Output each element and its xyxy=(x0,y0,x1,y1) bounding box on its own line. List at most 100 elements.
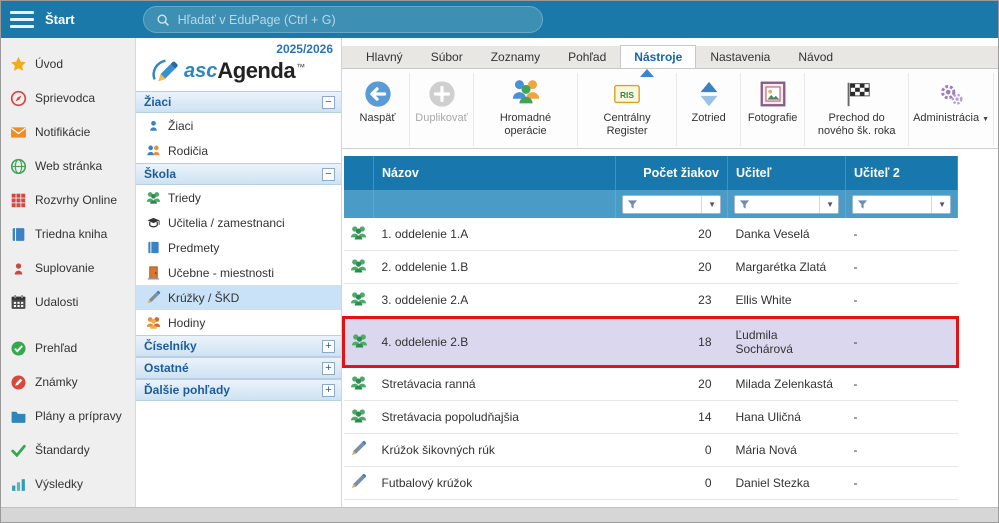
row-name-cell[interactable]: Krúžok šikovných rúk xyxy=(374,434,616,467)
sidebar-item-standardy[interactable]: Štandardy xyxy=(1,433,135,467)
section-header-ostatne[interactable]: Ostatné+ xyxy=(136,357,341,379)
ribbon-button-prechod-do-noveho-sk-roka[interactable]: Prechod do nového šk. roka xyxy=(805,73,909,146)
row-name-cell[interactable]: 1. oddelenie 1.A xyxy=(374,218,616,251)
row-type-cell[interactable] xyxy=(344,467,374,500)
filter-dropdown-count[interactable]: ▼ xyxy=(622,195,721,214)
row-type-cell[interactable] xyxy=(344,284,374,318)
expand-icon[interactable]: + xyxy=(322,384,335,397)
row-count-cell[interactable]: 0 xyxy=(616,434,728,467)
search-box[interactable] xyxy=(143,6,543,33)
row-teacher-cell[interactable]: Daniel Stezka xyxy=(728,467,846,500)
row-name-cell[interactable]: Futbalový krúžok xyxy=(374,467,616,500)
panel-item-kruzky-skd[interactable]: Krúžky / ŠKD xyxy=(136,285,341,310)
column-header-icon[interactable] xyxy=(344,156,374,190)
row-teacher-cell[interactable]: Ľudmila Sochárová xyxy=(728,318,846,367)
sidebar-item-web-stranka[interactable]: Web stránka xyxy=(1,149,135,183)
section-header-ziaci[interactable]: Žiaci− xyxy=(136,91,341,113)
column-header-teacher2[interactable]: Učiteľ 2 xyxy=(846,156,958,190)
menu-icon[interactable] xyxy=(10,11,34,28)
row-teacher2-cell[interactable]: - xyxy=(846,401,958,434)
ribbon-button-centralny-register[interactable]: RISCentrálny Register xyxy=(578,73,677,146)
row-teacher-cell[interactable]: Milada Zelenkastá xyxy=(728,367,846,401)
section-header-ciselniky[interactable]: Číselníky+ xyxy=(136,335,341,357)
table-row[interactable]: 2. oddelenie 1.B20Margarétka Zlatá- xyxy=(344,251,958,284)
row-name-cell[interactable]: 2. oddelenie 1.B xyxy=(374,251,616,284)
tab-hlavny[interactable]: Hlavný xyxy=(352,45,417,68)
ribbon-button-zotried[interactable]: Zotried xyxy=(677,73,741,146)
row-count-cell[interactable]: 18 xyxy=(616,318,728,367)
row-type-cell[interactable] xyxy=(344,434,374,467)
sidebar-item-sprievodca[interactable]: Sprievodca xyxy=(1,81,135,115)
table-row[interactable]: 1. oddelenie 1.A20Danka Veselá- xyxy=(344,218,958,251)
sidebar-item-suplovanie[interactable]: Suplovanie xyxy=(1,251,135,285)
row-type-cell[interactable] xyxy=(344,367,374,401)
table-row[interactable]: Stretávacia popoludňajšia14Hana Uličná- xyxy=(344,401,958,434)
filter-dropdown-teacher[interactable]: ▼ xyxy=(734,195,839,214)
panel-item-ucebne-miestnosti[interactable]: Učebne - miestnosti xyxy=(136,260,341,285)
row-teacher2-cell[interactable]: - xyxy=(846,218,958,251)
row-teacher2-cell[interactable]: - xyxy=(846,318,958,367)
expand-icon[interactable]: + xyxy=(322,340,335,353)
column-header-count[interactable]: Počet žiakov xyxy=(616,156,728,190)
row-teacher2-cell[interactable]: - xyxy=(846,434,958,467)
row-name-cell[interactable]: 3. oddelenie 2.A xyxy=(374,284,616,318)
ribbon-button-administracia[interactable]: Administrácia▼ xyxy=(909,73,994,146)
panel-item-predmety[interactable]: Predmety xyxy=(136,235,341,260)
start-label[interactable]: Štart xyxy=(45,12,75,27)
tab-zoznamy[interactable]: Zoznamy xyxy=(477,45,554,68)
sidebar-item-notifikacie[interactable]: Notifikácie xyxy=(1,115,135,149)
tab-pohlad[interactable]: Pohľad xyxy=(554,45,620,68)
row-name-cell[interactable]: Stretávacia popoludňajšia xyxy=(374,401,616,434)
sidebar-item-triedna-kniha[interactable]: Triedna kniha xyxy=(1,217,135,251)
row-count-cell[interactable]: 20 xyxy=(616,367,728,401)
panel-item-hodiny[interactable]: Hodiny xyxy=(136,310,341,335)
ribbon-button-naspat[interactable]: Naspäť xyxy=(346,73,410,146)
sidebar-item-rozvrhy-online[interactable]: Rozvrhy Online xyxy=(1,183,135,217)
row-count-cell[interactable]: 0 xyxy=(616,467,728,500)
row-name-cell[interactable]: 4. oddelenie 2.B xyxy=(374,318,616,367)
row-count-cell[interactable]: 20 xyxy=(616,251,728,284)
tab-nastroje[interactable]: Nástroje xyxy=(620,45,696,68)
row-type-cell[interactable] xyxy=(344,401,374,434)
row-teacher-cell[interactable]: Hana Uličná xyxy=(728,401,846,434)
panel-item-triedy[interactable]: Triedy xyxy=(136,185,341,210)
ribbon-button-hromadne-operacie[interactable]: Hromadné operácie xyxy=(474,73,578,146)
row-type-cell[interactable] xyxy=(344,218,374,251)
collapse-icon[interactable]: − xyxy=(322,96,335,109)
table-row[interactable]: Futbalový krúžok0Daniel Stezka- xyxy=(344,467,958,500)
sidebar-item-plany-a-pripravy[interactable]: Plány a prípravy xyxy=(1,399,135,433)
section-header-dalsie-pohlady[interactable]: Ďalšie pohľady+ xyxy=(136,379,341,401)
sidebar-item-prehlad[interactable]: Prehľad xyxy=(1,331,135,365)
tab-navod[interactable]: Návod xyxy=(784,45,847,68)
row-teacher-cell[interactable]: Danka Veselá xyxy=(728,218,846,251)
panel-item-rodicia[interactable]: Rodičia xyxy=(136,138,341,163)
row-count-cell[interactable]: 23 xyxy=(616,284,728,318)
expand-icon[interactable]: + xyxy=(322,362,335,375)
row-name-cell[interactable]: Stretávacia ranná xyxy=(374,367,616,401)
search-input[interactable] xyxy=(178,13,530,27)
table-row[interactable]: Krúžok šikovných rúk0Mária Nová- xyxy=(344,434,958,467)
row-teacher-cell[interactable]: Margarétka Zlatá xyxy=(728,251,846,284)
tab-subor[interactable]: Súbor xyxy=(417,45,477,68)
row-teacher2-cell[interactable]: - xyxy=(846,467,958,500)
panel-item-ziaci[interactable]: Žiaci xyxy=(136,113,341,138)
column-header-teacher[interactable]: Učiteľ xyxy=(728,156,846,190)
row-count-cell[interactable]: 14 xyxy=(616,401,728,434)
column-header-name[interactable]: Názov xyxy=(374,156,616,190)
row-teacher2-cell[interactable]: - xyxy=(846,251,958,284)
table-row[interactable]: 3. oddelenie 2.A23Ellis White- xyxy=(344,284,958,318)
sidebar-item-vysledky[interactable]: Výsledky xyxy=(1,467,135,501)
ribbon-button-fotografie[interactable]: Fotografie xyxy=(741,73,805,146)
row-count-cell[interactable]: 20 xyxy=(616,218,728,251)
table-row-selected[interactable]: 4. oddelenie 2.B18Ľudmila Sochárová- xyxy=(344,318,958,367)
ribbon-button-duplikovat[interactable]: Duplikovať xyxy=(410,73,474,146)
row-teacher2-cell[interactable]: - xyxy=(846,284,958,318)
collapse-icon[interactable]: − xyxy=(322,168,335,181)
row-type-cell[interactable] xyxy=(344,251,374,284)
sidebar-item-uvod[interactable]: Úvod xyxy=(1,47,135,81)
tab-nastavenia[interactable]: Nastavenia xyxy=(696,45,784,68)
section-header-skola[interactable]: Škola− xyxy=(136,163,341,185)
row-teacher-cell[interactable]: Ellis White xyxy=(728,284,846,318)
sidebar-item-znamky[interactable]: Známky xyxy=(1,365,135,399)
panel-item-ucitelia-zamestnanci[interactable]: Učitelia / zamestnanci xyxy=(136,210,341,235)
